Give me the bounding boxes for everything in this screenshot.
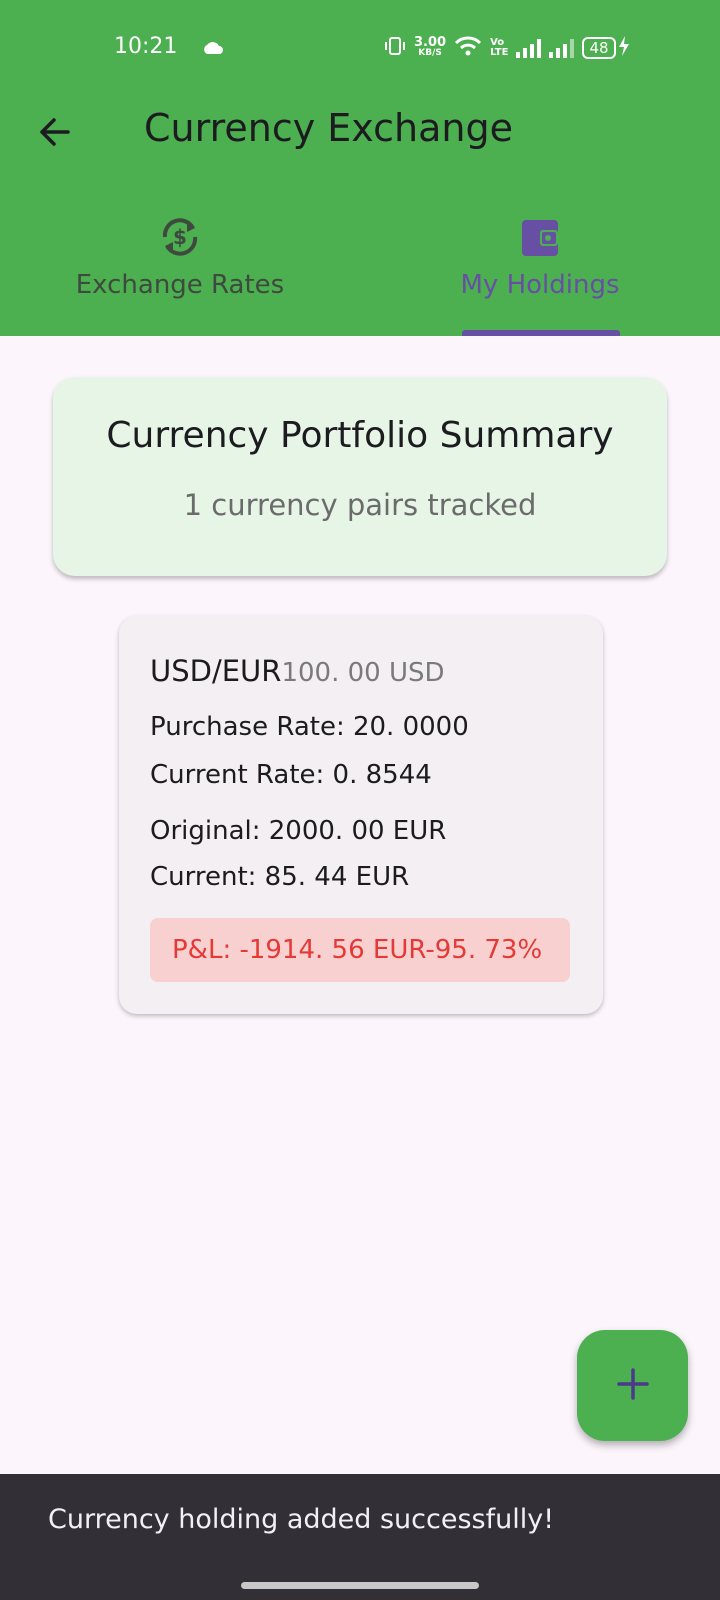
status-bar: 10:21 3.00 KB/S Vo LTE 48 (0, 0, 720, 96)
page-title: Currency Exchange (144, 106, 513, 150)
battery-icon: 48 (582, 36, 629, 60)
signal-icon (549, 38, 575, 58)
original-value: Original: 2000. 00 EUR (150, 816, 447, 846)
snackbar-message: Currency holding added successfully! (48, 1504, 555, 1535)
volte-bottom: LTE (490, 47, 509, 58)
add-icon (616, 1367, 650, 1405)
cloud-icon (202, 40, 224, 59)
holding-amount: 100. 00 USD (281, 658, 445, 688)
net-speed-unit: KB/S (418, 48, 442, 58)
wifi-icon (454, 35, 482, 61)
add-holding-button[interactable] (577, 1330, 688, 1441)
volte-indicator: Vo LTE (490, 38, 508, 58)
summary-subtitle: 1 currency pairs tracked (183, 488, 537, 522)
current-value: Current: 85. 44 EUR (150, 862, 410, 892)
purchase-rate: Purchase Rate: 20. 0000 (150, 712, 469, 742)
arrow-back-icon[interactable] (34, 112, 74, 156)
current-rate: Current Rate: 0. 8544 (150, 760, 432, 790)
battery-level: 48 (582, 37, 616, 59)
net-speed: 3.00 KB/S (414, 36, 446, 59)
app-bar: 10:21 3.00 KB/S Vo LTE 48 Currency Excha… (0, 0, 720, 336)
tab-my-holdings[interactable]: My Holdings (360, 214, 720, 300)
status-time: 10:21 (114, 34, 178, 59)
holding-card[interactable]: USD/EUR100. 00 USD Purchase Rate: 20. 00… (119, 616, 603, 1014)
tab-label: My Holdings (460, 270, 620, 300)
charging-icon (618, 36, 630, 60)
tab-exchange-rates[interactable]: $ Exchange Rates (0, 214, 360, 300)
summary-title: Currency Portfolio Summary (106, 415, 614, 456)
profit-loss-badge: P&L: -1914. 56 EUR-95. 73% (150, 918, 570, 982)
portfolio-summary-card: Currency Portfolio Summary 1 currency pa… (53, 377, 667, 576)
gesture-handle[interactable] (241, 1582, 479, 1589)
holding-pair: USD/EUR (150, 654, 282, 688)
vibrate-icon (384, 36, 406, 60)
tab-indicator (462, 330, 620, 336)
signal-icon (516, 38, 542, 58)
holding-header: USD/EUR100. 00 USD (150, 654, 445, 688)
currency-exchange-icon: $ (0, 214, 360, 260)
tab-label: Exchange Rates (75, 270, 285, 300)
status-icons: 3.00 KB/S Vo LTE 48 (384, 34, 630, 62)
wallet-icon (360, 214, 720, 260)
svg-text:$: $ (173, 225, 187, 249)
